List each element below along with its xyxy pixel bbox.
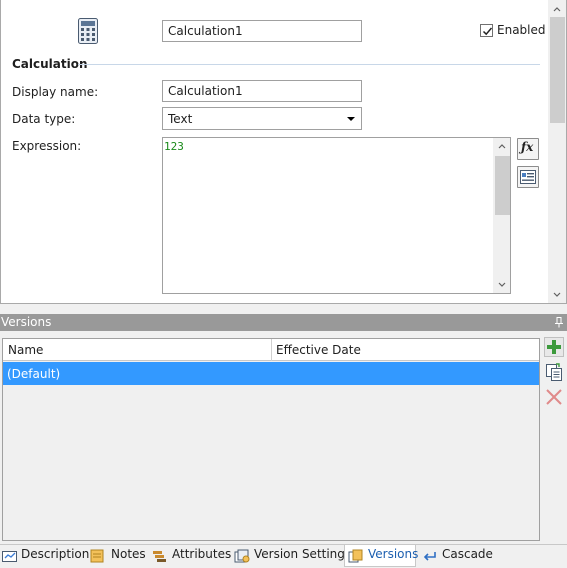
notes-icon xyxy=(90,549,104,563)
delete-version-button[interactable] xyxy=(544,387,564,407)
pane-scroll-thumb[interactable] xyxy=(550,17,565,123)
column-header-effective-date[interactable]: Effective Date xyxy=(276,343,361,357)
add-version-button[interactable] xyxy=(544,337,564,357)
column-separator[interactable] xyxy=(271,339,272,361)
dropdown-arrow-icon xyxy=(347,117,355,121)
tab-label: Version Settings xyxy=(254,547,352,561)
display-name-field[interactable]: Calculation1 xyxy=(162,80,362,102)
copy-icon xyxy=(546,363,562,381)
checkbox-box[interactable] xyxy=(480,24,493,37)
tab-label: Attributes xyxy=(172,547,232,561)
pane-scroll-up-icon[interactable] xyxy=(553,5,561,13)
expression-label: Expression: xyxy=(12,139,82,153)
section-title: Calculation xyxy=(12,57,88,71)
name-field[interactable]: Calculation1 xyxy=(162,20,362,42)
enabled-label: Enabled xyxy=(497,23,546,37)
row-name-cell: (Default) xyxy=(7,367,61,381)
versions-icon xyxy=(348,549,363,563)
tab-description[interactable]: Description xyxy=(2,545,89,567)
tab-label: Description xyxy=(21,547,90,561)
calculator-icon xyxy=(78,18,98,44)
pane-scroll-down-icon[interactable] xyxy=(553,291,561,299)
properties-pane: Calculation1 Enabled Calculation Display… xyxy=(0,0,567,304)
scroll-up-icon[interactable] xyxy=(498,142,506,150)
attributes-icon xyxy=(153,551,166,562)
tab-cascade[interactable]: Cascade xyxy=(422,545,493,567)
tab-attributes[interactable]: Attributes xyxy=(152,545,232,567)
versions-grid[interactable]: Name Effective Date (Default) xyxy=(2,338,540,541)
expression-scrollbar[interactable] xyxy=(493,138,510,293)
expression-editor[interactable]: 123 xyxy=(162,137,511,294)
pane-scrollbar[interactable] xyxy=(548,0,566,303)
data-type-dropdown[interactable]: Text xyxy=(162,107,362,130)
copy-version-button[interactable] xyxy=(544,362,564,382)
tab-notes[interactable]: Notes xyxy=(90,545,146,567)
section-divider xyxy=(78,64,540,65)
scroll-thumb[interactable] xyxy=(495,156,510,215)
display-name-label: Display name: xyxy=(12,85,99,99)
tab-label: Notes xyxy=(111,547,146,561)
data-type-label: Data type: xyxy=(12,112,76,126)
expression-text[interactable]: 123 xyxy=(164,140,184,153)
tab-label: Versions xyxy=(368,547,419,561)
expression-builder-button[interactable] xyxy=(517,166,539,188)
column-header-name[interactable]: Name xyxy=(8,343,43,357)
grid-header: Name Effective Date xyxy=(3,339,539,361)
function-button[interactable]: ƒx xyxy=(517,138,539,160)
bottom-tab-bar: Description Notes Attributes Version Set… xyxy=(0,544,567,568)
versions-panel-title: Versions xyxy=(1,315,52,329)
tab-versions[interactable]: Versions xyxy=(344,545,419,567)
tab-version-settings[interactable]: Version Settings xyxy=(234,545,351,567)
versions-panel: Name Effective Date (Default) xyxy=(0,331,567,544)
scroll-down-icon[interactable] xyxy=(498,281,506,289)
version-settings-icon xyxy=(234,549,250,563)
description-icon xyxy=(2,551,17,562)
plus-icon xyxy=(544,337,564,357)
data-type-value: Text xyxy=(168,112,193,126)
delete-icon xyxy=(546,389,562,405)
table-row[interactable]: (Default) xyxy=(3,362,539,385)
cascade-icon xyxy=(423,552,436,561)
tab-label: Cascade xyxy=(442,547,493,561)
pin-icon[interactable] xyxy=(554,317,564,328)
versions-panel-header: Versions xyxy=(0,314,567,331)
function-icon: ƒx xyxy=(521,140,534,154)
form-icon xyxy=(520,170,536,184)
checkmark-icon xyxy=(482,27,493,36)
